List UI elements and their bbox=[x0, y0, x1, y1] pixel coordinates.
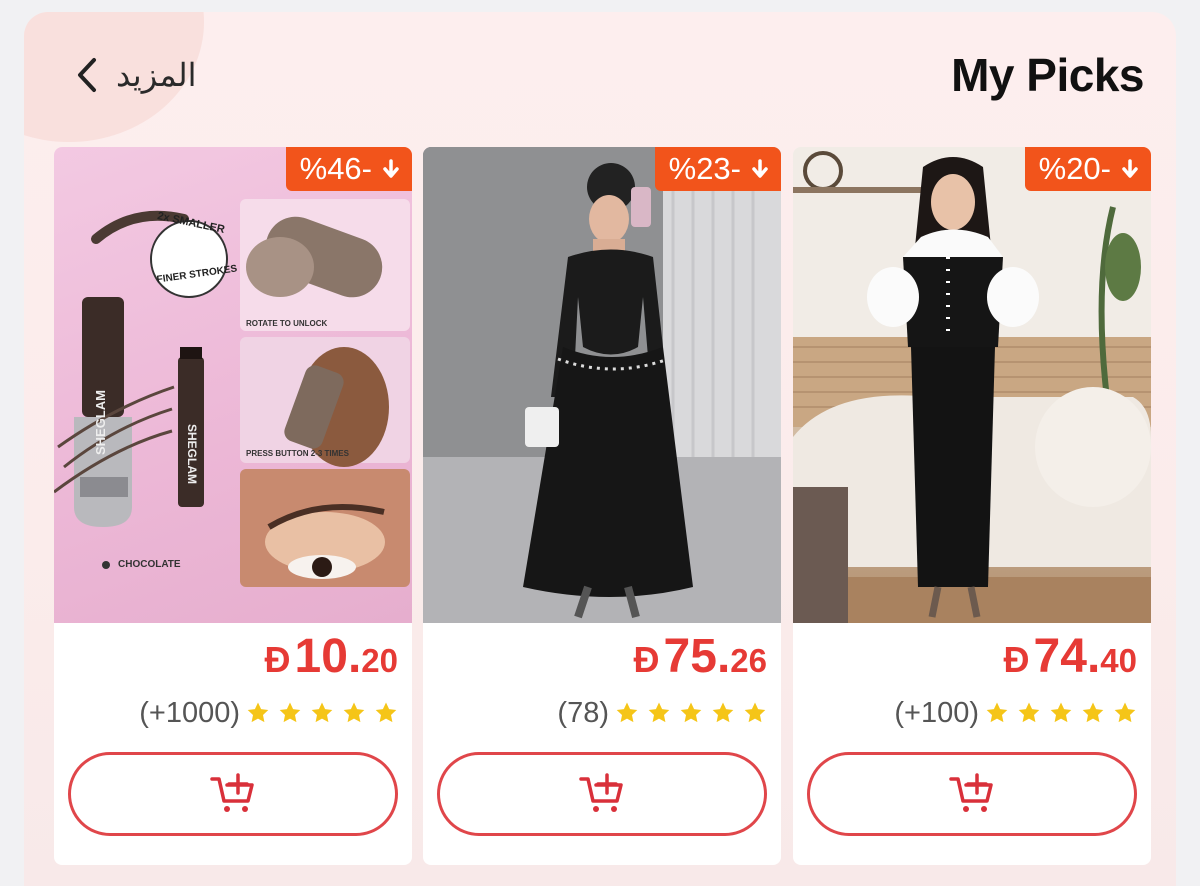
review-count: (+1000) bbox=[139, 696, 240, 729]
my-picks-panel: المزيد My Picks 2x SMALLER FINER STROKES… bbox=[24, 12, 1176, 886]
price-decimal: 20 bbox=[361, 642, 398, 679]
star-icon bbox=[648, 702, 670, 723]
star-icon bbox=[744, 702, 766, 723]
discount-text: %23- bbox=[668, 151, 741, 186]
star-icon bbox=[712, 702, 734, 723]
image-text: SHEGLAM bbox=[93, 390, 108, 455]
product-card[interactable]: %23- Đ 75. 26 (78) bbox=[423, 147, 781, 865]
star-icon bbox=[986, 702, 1008, 723]
add-to-cart-icon bbox=[949, 773, 993, 812]
discount-badge: %20- bbox=[1024, 147, 1151, 191]
star-icon bbox=[680, 702, 702, 723]
star-icon bbox=[1050, 702, 1072, 723]
add-to-cart-icon bbox=[579, 773, 623, 812]
star-icon bbox=[311, 702, 333, 723]
add-to-cart-button[interactable] bbox=[68, 752, 398, 836]
product-card[interactable]: 2x SMALLER FINER STROKES ROTATE TO UNLOC… bbox=[54, 147, 412, 865]
product-rating: (+1000) bbox=[139, 695, 398, 731]
image-text: CHOCOLATE bbox=[118, 559, 181, 570]
price-decimal: 26 bbox=[730, 642, 767, 679]
more-link[interactable]: المزيد bbox=[76, 50, 197, 100]
star-icon bbox=[279, 702, 301, 723]
star-icon bbox=[616, 702, 638, 723]
product-image[interactable]: %23- bbox=[423, 147, 781, 623]
price-decimal: 40 bbox=[1100, 642, 1137, 679]
star-rating bbox=[246, 701, 398, 725]
chevron-left-icon bbox=[78, 58, 96, 92]
review-count: (+100) bbox=[894, 696, 979, 729]
product-image[interactable]: %20- bbox=[793, 147, 1151, 623]
section-title: My Picks bbox=[951, 49, 1144, 101]
image-text: ROTATE TO UNLOCK bbox=[246, 319, 328, 328]
section-header: المزيد My Picks bbox=[24, 12, 1176, 142]
image-text: SHEGLAM bbox=[185, 424, 199, 484]
star-icon bbox=[247, 702, 269, 723]
arrow-down-icon bbox=[383, 159, 399, 178]
review-count: (78) bbox=[557, 696, 609, 729]
price-integer: 75. bbox=[663, 630, 731, 683]
star-rating bbox=[615, 701, 767, 725]
arrow-down-icon bbox=[752, 159, 768, 178]
star-rating bbox=[985, 701, 1137, 725]
arrow-down-icon bbox=[1122, 159, 1138, 178]
more-label: المزيد bbox=[116, 56, 197, 94]
star-icon bbox=[343, 702, 365, 723]
star-icon bbox=[375, 702, 397, 723]
star-icon bbox=[1114, 702, 1136, 723]
product-price: Đ 10. 20 bbox=[265, 629, 398, 684]
image-text: PRESS BUTTON 2-3 TIMES bbox=[246, 449, 349, 458]
currency-symbol: Đ bbox=[1003, 639, 1030, 680]
price-integer: 74. bbox=[1033, 630, 1101, 683]
product-price: Đ 74. 40 bbox=[1004, 629, 1137, 684]
add-to-cart-icon bbox=[210, 773, 254, 812]
product-card[interactable]: %20- Đ 74. 40 (+100) bbox=[793, 147, 1151, 865]
product-rating: (+100) bbox=[894, 695, 1137, 731]
star-icon bbox=[1082, 702, 1104, 723]
discount-text: %46- bbox=[299, 151, 372, 186]
star-icon bbox=[1018, 702, 1040, 723]
discount-text: %20- bbox=[1038, 151, 1111, 186]
product-rating: (78) bbox=[557, 695, 767, 731]
product-image[interactable]: 2x SMALLER FINER STROKES ROTATE TO UNLOC… bbox=[54, 147, 412, 623]
discount-badge: %23- bbox=[654, 147, 781, 191]
currency-symbol: Đ bbox=[264, 639, 291, 680]
product-price: Đ 75. 26 bbox=[634, 629, 767, 684]
add-to-cart-button[interactable] bbox=[807, 752, 1137, 836]
discount-badge: %46- bbox=[285, 147, 412, 191]
currency-symbol: Đ bbox=[633, 639, 660, 680]
add-to-cart-button[interactable] bbox=[437, 752, 767, 836]
price-integer: 10. bbox=[294, 630, 362, 683]
